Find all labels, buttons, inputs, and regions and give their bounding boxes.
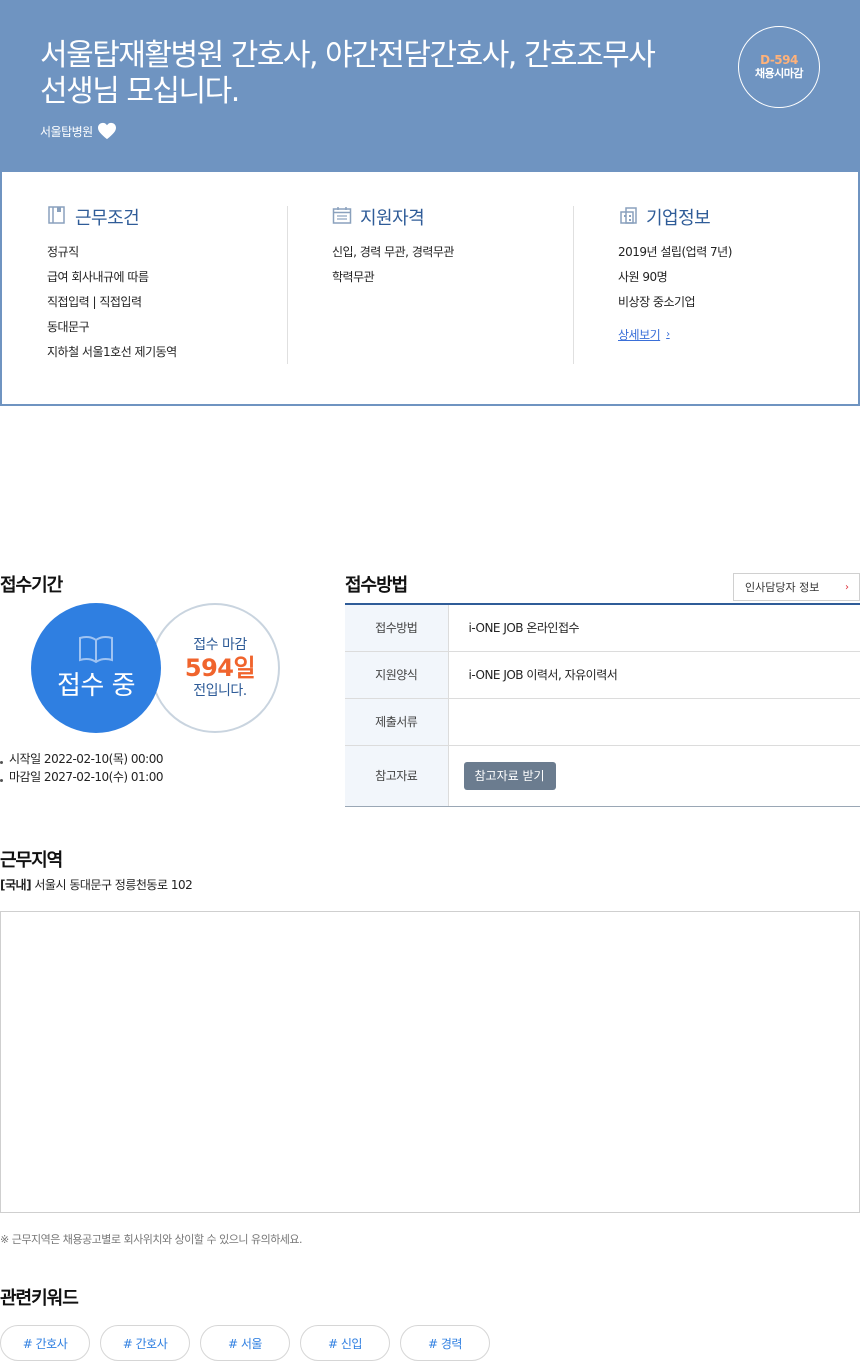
row-value: i-ONE JOB 이력서, 자유이력서 bbox=[448, 651, 860, 699]
qualification-education: 학력무관 bbox=[332, 270, 375, 284]
condition-subway: 지하철 서울1호선 제기동역 bbox=[47, 345, 177, 359]
company-detail-link[interactable]: 상세보기 › bbox=[618, 326, 670, 343]
job-title: 서울탑재활병원 간호사, 야간전담간호사, 간호조무사선생님 모십니다. bbox=[40, 38, 656, 109]
keywords-title: 관련키워드 bbox=[0, 1288, 79, 1309]
table-row: 지원양식 i-ONE JOB 이력서, 자유이력서 bbox=[345, 651, 860, 699]
table-row: 제출서류 bbox=[345, 698, 860, 746]
reception-period-title: 접수기간 bbox=[0, 575, 63, 596]
keyword-list: # 간호사 # 간호사 # 서울 # 신입 # 경력 bbox=[0, 1325, 490, 1361]
condition-hours: 직접입력 | 직접입력 bbox=[47, 295, 142, 309]
keyword-tag[interactable]: # 간호사 bbox=[0, 1325, 90, 1361]
condition-employment-type: 정규직 bbox=[47, 245, 79, 259]
table-row: 참고자료 참고자료 받기 bbox=[345, 745, 860, 807]
row-label: 참고자료 bbox=[345, 745, 449, 807]
deadline-label: 접수 마감 bbox=[193, 637, 247, 653]
hr-contact-label: 인사담당자 정보 bbox=[745, 581, 820, 594]
download-reference-button[interactable]: 참고자료 받기 bbox=[463, 761, 556, 790]
work-address: [국내] 서울시 동대문구 정릉천동로 102 bbox=[0, 876, 193, 893]
keyword-tag[interactable]: # 간호사 bbox=[100, 1325, 190, 1361]
reception-dates: 시작일 2022-02-10(목) 00:00 마감일 2027-02-10(수… bbox=[0, 750, 163, 786]
company-employees: 사원 90명 bbox=[618, 270, 668, 284]
book-icon bbox=[78, 635, 114, 671]
company-name-link[interactable]: 서울탑병원 bbox=[40, 123, 93, 140]
company-type: 비상장 중소기업 bbox=[618, 295, 696, 309]
building-icon bbox=[618, 206, 638, 229]
deadline-suffix: 전입니다. bbox=[193, 683, 247, 699]
company-row: 서울탑병원 bbox=[40, 122, 117, 140]
condition-salary: 급여 회사내규에 따름 bbox=[47, 270, 149, 284]
qualifications-column: 지원자격 신입, 경력 무관, 경력무관 학력무관 bbox=[332, 206, 574, 364]
chevron-right-icon: › bbox=[666, 329, 670, 340]
row-value bbox=[448, 698, 860, 746]
dday-badge: D-594 채용시마감 bbox=[738, 26, 820, 108]
company-detail-label: 상세보기 bbox=[618, 328, 661, 342]
hr-contact-button[interactable]: 인사담당자 정보 › bbox=[733, 573, 860, 601]
reception-status: 접수 중 bbox=[56, 671, 136, 701]
condition-district: 동대문구 bbox=[47, 320, 90, 334]
chevron-right-icon: › bbox=[845, 581, 849, 593]
work-conditions-column: 근무조건 정규직 급여 회사내규에 따름 직접입력 | 직접입력 동대문구 지하… bbox=[47, 205, 288, 364]
work-location-title: 근무지역 bbox=[0, 850, 63, 871]
application-method-title: 접수방법 bbox=[345, 575, 408, 596]
deadline-days: 594일 bbox=[184, 654, 256, 682]
row-label: 지원양식 bbox=[345, 651, 449, 699]
calendar-icon bbox=[332, 206, 352, 229]
company-info-title: 기업정보 bbox=[646, 208, 711, 229]
work-conditions-title: 근무조건 bbox=[75, 208, 140, 229]
company-info-column: 기업정보 2019년 설립(업력 7년) 사원 90명 비상장 중소기업 상세보… bbox=[618, 206, 838, 364]
document-icon bbox=[47, 205, 67, 229]
row-value: i-ONE JOB 온라인접수 bbox=[448, 604, 860, 652]
location-notice: ※ 근무지역은 채용공고별로 회사위치와 상이할 수 있으니 유의하세요. bbox=[0, 1233, 303, 1246]
reception-status-circle: 접수 중 bbox=[31, 603, 161, 733]
keyword-tag[interactable]: # 경력 bbox=[400, 1325, 490, 1361]
heart-icon[interactable] bbox=[97, 122, 117, 140]
start-date: 시작일 2022-02-10(목) 00:00 bbox=[9, 752, 163, 766]
job-summary: 근무조건 정규직 급여 회사내규에 따름 직접입력 | 직접입력 동대문구 지하… bbox=[0, 172, 860, 406]
row-label: 접수방법 bbox=[345, 604, 449, 652]
region-label: [국내] bbox=[0, 878, 32, 892]
qualifications-title: 지원자격 bbox=[360, 208, 425, 229]
dday-label: 채용시마감 bbox=[754, 67, 804, 80]
company-founded: 2019년 설립(업력 7년) bbox=[618, 245, 732, 259]
end-date: 마감일 2027-02-10(수) 01:00 bbox=[9, 770, 163, 784]
address-text: 서울시 동대문구 정릉천동로 102 bbox=[34, 878, 193, 892]
qualification-experience: 신입, 경력 무관, 경력무관 bbox=[332, 245, 454, 259]
row-label: 제출서류 bbox=[345, 698, 449, 746]
keyword-tag[interactable]: # 신입 bbox=[300, 1325, 390, 1361]
table-row: 접수방법 i-ONE JOB 온라인접수 bbox=[345, 604, 860, 652]
dday-count: D-594 bbox=[760, 53, 798, 67]
keyword-tag[interactable]: # 서울 bbox=[200, 1325, 290, 1361]
job-header: 서울탑재활병원 간호사, 야간전담간호사, 간호조무사선생님 모십니다. 서울탑… bbox=[0, 0, 860, 172]
deadline-circle: 접수 마감 594일 전입니다. bbox=[150, 603, 280, 733]
application-table: 접수방법 i-ONE JOB 온라인접수 지원양식 i-ONE JOB 이력서,… bbox=[345, 603, 860, 807]
location-map[interactable] bbox=[0, 911, 860, 1213]
